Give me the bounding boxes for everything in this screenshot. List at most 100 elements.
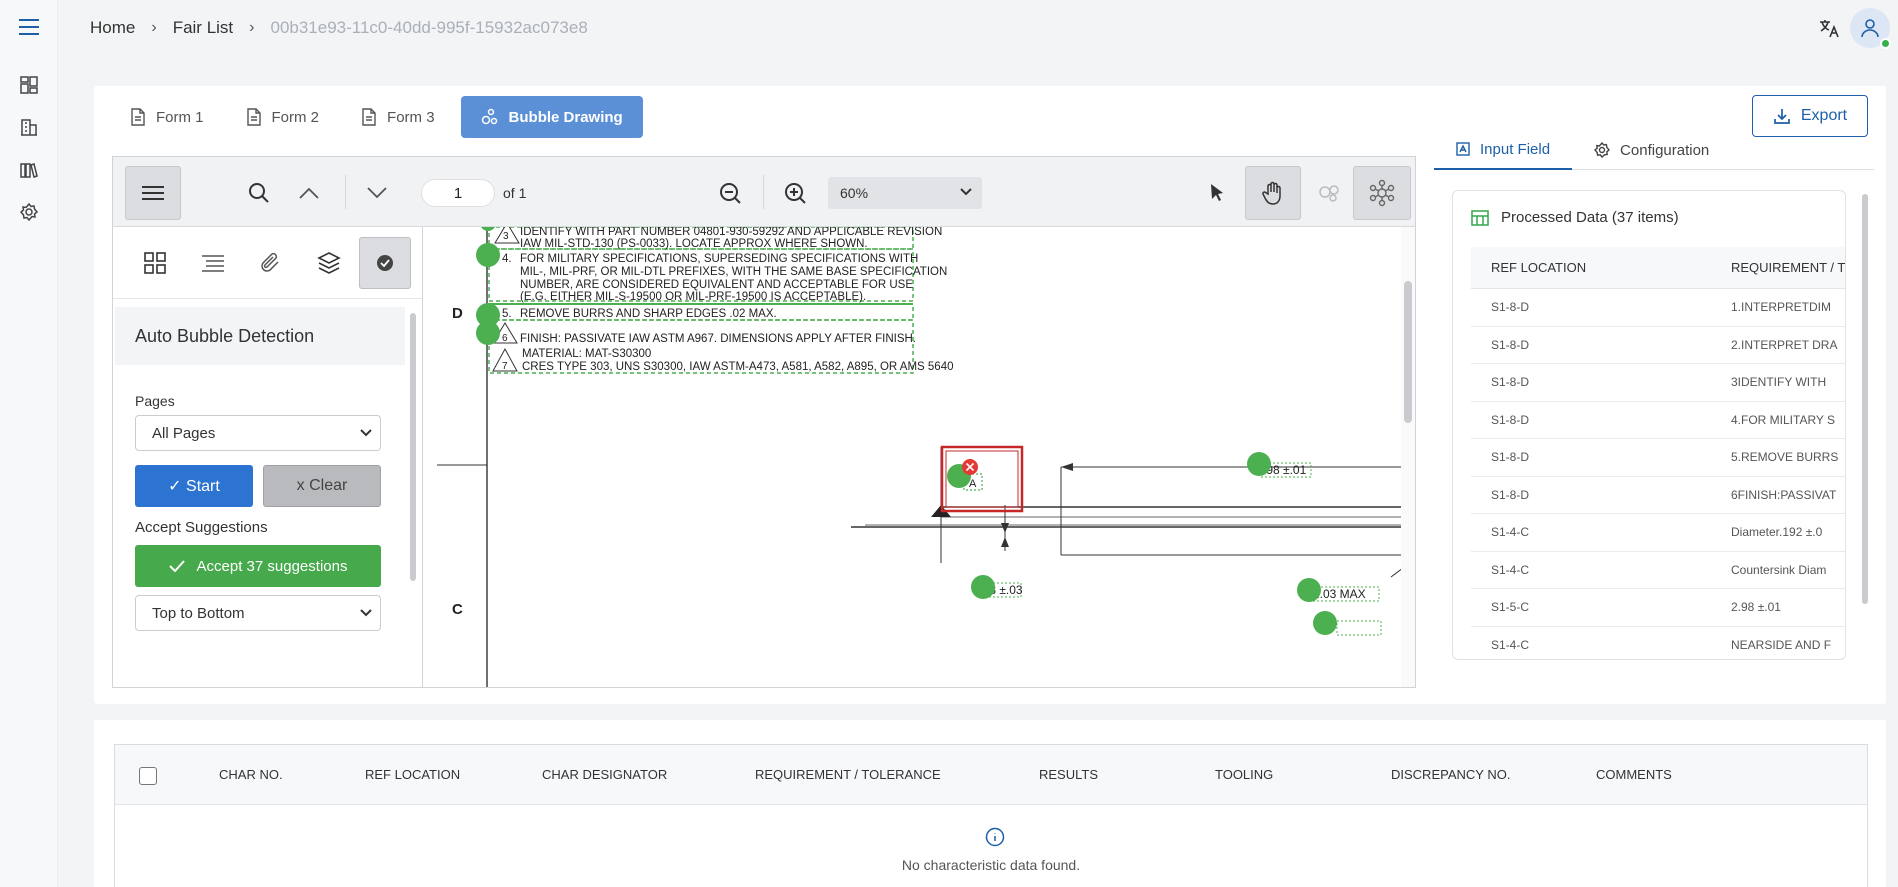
zone-label-c: C	[452, 601, 463, 618]
outline-icon[interactable]	[187, 237, 239, 289]
check-icon	[168, 560, 185, 572]
dashboard-icon[interactable]	[18, 74, 40, 96]
table-row[interactable]: S1-8-D 5.REMOVE BURRS	[1471, 439, 1845, 477]
order-select[interactable]: Top to Bottom	[135, 595, 381, 631]
start-button[interactable]: ✓ Start	[135, 465, 253, 507]
table-row[interactable]: S1-5-C 2.98 ±.01	[1471, 589, 1845, 627]
processed-data-table: REF LOCATION REQUIREMENT / T S1-8-D 1.INT…	[1471, 247, 1845, 660]
cell-req: 5.REMOVE BURRS	[1731, 450, 1839, 465]
note-number: 5.	[502, 308, 512, 320]
page-number-input[interactable]	[421, 179, 495, 207]
drawing-canvas[interactable]: D C 3 IDENTIFY WITH PART NUMBER 04801-93…	[425, 227, 1401, 687]
breadcrumb-current-id: 00b31e93-11c0-40dd-995f-15932ac073e8	[270, 18, 588, 37]
note-number: 7	[502, 361, 508, 372]
column-header: COMMENTS	[1596, 767, 1672, 782]
attachment-icon[interactable]	[245, 237, 297, 289]
zoom-in-icon[interactable]	[767, 166, 823, 220]
avatar[interactable]	[1850, 8, 1891, 49]
table-icon	[1471, 209, 1489, 226]
auto-detect-icon[interactable]	[1353, 166, 1411, 220]
table-header: CHAR NO. REF LOCATION CHAR DESIGNATOR RE…	[115, 745, 1867, 805]
tab-form-2[interactable]: Form 2	[230, 96, 336, 138]
table-row[interactable]: S1-4-C Diameter.192 ±.0	[1471, 514, 1845, 552]
toolbar-divider	[763, 175, 764, 209]
tab-configuration[interactable]: Configuration	[1572, 130, 1731, 170]
scrollbar-thumb[interactable]	[410, 313, 416, 581]
chevron-down-icon	[360, 429, 372, 437]
toolbar-divider	[345, 175, 346, 209]
note-number: 6	[502, 333, 508, 344]
export-label: Export	[1800, 107, 1848, 124]
chevron-down-icon[interactable]	[349, 166, 405, 220]
sidebar-toggle-button[interactable]	[125, 166, 181, 220]
cell-ref: S1-8-D	[1491, 412, 1530, 427]
chevron-up-icon[interactable]	[281, 166, 337, 220]
cell-ref: S1-8-D	[1491, 487, 1530, 502]
tab-bubble-drawing[interactable]: Bubble Drawing	[460, 96, 643, 138]
building-icon[interactable]	[18, 116, 40, 138]
select-all-checkbox[interactable]	[139, 767, 157, 785]
zone-label-d: D	[452, 305, 463, 322]
clear-button[interactable]: x Clear	[263, 465, 381, 507]
column-header: REQUIREMENT / TOLERANCE	[755, 767, 941, 782]
note-text: CRES TYPE 303, UNS S30300, IAW ASTM-A473…	[522, 361, 954, 373]
panel-icon-bar	[113, 227, 422, 299]
note-text: FOR MILITARY SPECIFICATIONS, SUPERSEDING…	[520, 253, 918, 265]
cell-ref: S1-8-D	[1491, 450, 1530, 465]
column-header: REF LOCATION	[365, 767, 461, 782]
column-header: TOOLING	[1215, 767, 1274, 782]
chevron-right-icon: ›	[249, 19, 255, 36]
table-row[interactable]: S1-4-C Countersink Diam	[1471, 552, 1845, 589]
accept-suggestions-button[interactable]: Accept 37 suggestions	[135, 545, 381, 587]
table-row[interactable]: S1-8-D 2.INTERPRET DRA	[1471, 327, 1845, 364]
drawing-scrollbar[interactable]	[1401, 227, 1415, 687]
table-row[interactable]: S1-4-C NEARSIDE AND F	[1471, 627, 1845, 660]
menu-icon[interactable]	[18, 16, 40, 38]
bubble-marker	[971, 575, 995, 599]
tab-form-1[interactable]: Form 1	[114, 96, 220, 138]
settings-icon[interactable]	[18, 201, 40, 223]
form-tabs: Form 1 Form 2 Form 3 Bubble Drawing	[114, 96, 643, 138]
right-panel-scrollbar[interactable]	[1862, 194, 1868, 604]
tab-label: Configuration	[1620, 141, 1710, 159]
table-row[interactable]: S1-8-D 1.INTERPRETDIM	[1471, 289, 1845, 327]
layers-icon[interactable]	[303, 237, 355, 289]
cell-ref: S1-8-D	[1491, 375, 1530, 390]
thumbnails-icon[interactable]	[129, 237, 181, 289]
table-row[interactable]: S1-8-D 6FINISH:PASSIVAT	[1471, 477, 1845, 514]
chevron-down-icon	[360, 609, 372, 617]
cell-ref: S1-4-C	[1491, 525, 1530, 540]
column-header: RESULTS	[1039, 767, 1098, 782]
zoom-out-icon[interactable]	[702, 166, 758, 220]
cell-ref: S1-5-C	[1491, 600, 1530, 615]
breadcrumb-fair-list[interactable]: Fair List	[173, 18, 233, 38]
bubble-tool-icon[interactable]	[1301, 166, 1357, 220]
bubble-marker	[1247, 452, 1271, 476]
library-icon[interactable]	[18, 159, 40, 181]
download-icon	[1774, 109, 1790, 124]
panel-scrollbar[interactable]	[409, 303, 417, 683]
bubble-marker	[1313, 611, 1337, 635]
characteristics-table: CHAR NO. REF LOCATION CHAR DESIGNATOR RE…	[114, 744, 1868, 887]
bubble-marker	[1297, 578, 1321, 602]
tab-input-field[interactable]: Input Field	[1434, 130, 1573, 170]
note-text: NUMBER, ARE CONSIDERED EQUIVALENT AND AC…	[520, 279, 913, 291]
hand-tool-icon[interactable]	[1245, 166, 1301, 220]
note-text: (E.G. EITHER MIL-S-19500 OR MIL-PRF-1950…	[520, 291, 866, 303]
right-panel: Input Field Configuration Processed Data…	[1434, 130, 1874, 690]
tab-form-3[interactable]: Form 3	[345, 96, 451, 138]
bubble-marker	[481, 227, 495, 231]
table-row[interactable]: S1-8-D 3IDENTIFY WITH	[1471, 364, 1845, 402]
document-icon	[246, 108, 261, 126]
pointer-tool-icon[interactable]	[1189, 166, 1245, 220]
zoom-select[interactable]: 60%	[828, 177, 982, 209]
table-row[interactable]: S1-8-D 4.FOR MILITARY S	[1471, 402, 1845, 439]
pages-select[interactable]: All Pages	[135, 415, 381, 451]
check-badge-icon[interactable]	[359, 237, 411, 289]
chevron-right-icon: ›	[151, 19, 157, 36]
scrollbar-thumb[interactable]	[1404, 281, 1412, 423]
search-icon[interactable]	[231, 166, 287, 220]
breadcrumb-home[interactable]: Home	[90, 18, 135, 38]
translate-icon[interactable]	[1818, 17, 1842, 41]
note-text: FINISH: PASSIVATE IAW ASTM A967. DIMENSI…	[520, 333, 916, 345]
